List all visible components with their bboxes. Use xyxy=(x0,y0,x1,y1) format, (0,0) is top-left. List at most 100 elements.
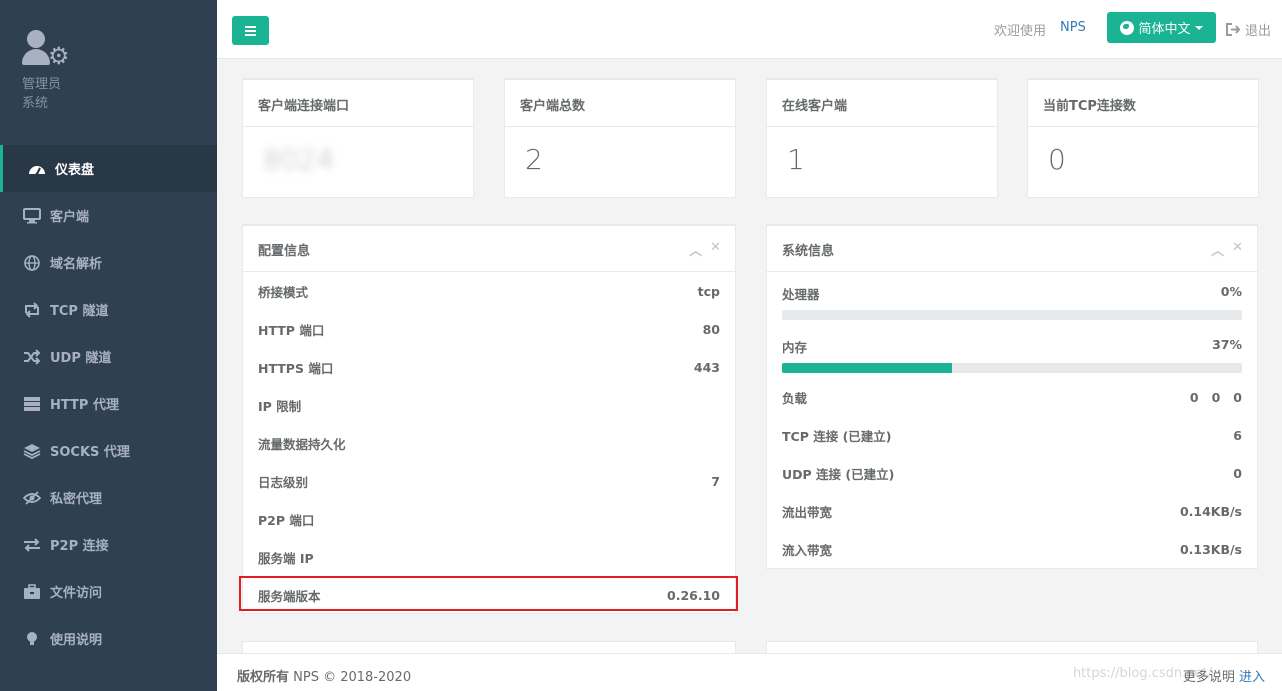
sidebar-item-label: TCP 隧道 xyxy=(50,304,109,319)
config-label: IP 限制 xyxy=(258,398,302,414)
stat-title: 当前TCP连接数 xyxy=(1028,80,1258,127)
profile-role: 系统 xyxy=(22,96,49,111)
language-button[interactable]: 简体中文 xyxy=(1107,12,1216,43)
briefcase-icon xyxy=(22,583,42,600)
config-label: 流量数据持久化 xyxy=(258,436,346,452)
stat-title: 在线客户端 xyxy=(767,80,997,127)
user-gear-icon: ⚙ xyxy=(22,28,74,72)
sidebar-item-dashboard[interactable]: 仪表盘 xyxy=(0,145,217,192)
more-link[interactable]: 进入 xyxy=(1239,670,1265,685)
sidebar-item-http[interactable]: HTTP 代理 xyxy=(0,380,217,427)
close-icon[interactable]: ✕ xyxy=(710,240,721,259)
panel-header: 配置信息 ︿ ✕ xyxy=(243,226,735,272)
config-value: 7 xyxy=(711,473,720,489)
config-row: HTTPS 端口 443 xyxy=(243,348,735,386)
stat-card-client-port: 客户端连接端口 8024 xyxy=(242,78,474,198)
cpu-progress-bar xyxy=(782,310,1242,320)
system-label: 流入带宽 xyxy=(782,542,833,558)
system-value: 6 xyxy=(1233,427,1242,443)
copyright-label: 版权所有 xyxy=(237,670,290,685)
config-value: 80 xyxy=(702,321,720,337)
retweet-icon xyxy=(22,301,42,318)
language-label: 简体中文 xyxy=(1138,22,1191,37)
layers-icon xyxy=(22,443,42,459)
sidebar-item-label: 仪表盘 xyxy=(55,163,95,178)
system-panel: 系统信息 ︿ ✕ 处理器 0% 内存 37% 负载 0 0 0 TCP 连接 (已建… xyxy=(766,224,1258,569)
sidebar-item-udp[interactable]: UDP 隧道 xyxy=(0,333,217,380)
sidebar-item-label: P2P 连接 xyxy=(50,539,109,554)
system-row: UDP 连接 (已建立) 0 xyxy=(767,454,1257,492)
memory-value: 37% xyxy=(1212,337,1242,352)
cpu-row: 处理器 0% xyxy=(767,272,1257,325)
config-label: HTTP 端口 xyxy=(258,322,325,338)
sidebar-item-label: 私密代理 xyxy=(50,492,103,507)
user-profile: ⚙ 管理员 系统 xyxy=(0,0,217,145)
stat-card-client-total: 客户端总数 2 xyxy=(504,78,736,198)
stat-value: 8024 xyxy=(263,143,335,176)
sidebar-item-label: HTTP 代理 xyxy=(50,398,119,413)
system-row: TCP 连接 (已建立) 6 xyxy=(767,416,1257,454)
sidebar-item-p2p[interactable]: P2P 连接 xyxy=(0,521,217,568)
memory-progress-bar xyxy=(782,363,1242,373)
load-row: 负载 0 0 0 xyxy=(767,378,1257,416)
system-row: 流入带宽 0.13KB/s xyxy=(767,530,1257,568)
sidebar-item-label: 文件访问 xyxy=(50,586,103,601)
sidebar-item-socks[interactable]: SOCKS 代理 xyxy=(0,427,217,474)
config-value: tcp xyxy=(697,283,720,299)
sidebar-item-files[interactable]: 文件访问 xyxy=(0,568,217,615)
stat-value: 1 xyxy=(787,143,805,176)
system-value: 0 xyxy=(1233,465,1242,481)
stat-title: 客户端连接端口 xyxy=(243,80,473,127)
app-name-link[interactable]: NPS xyxy=(1060,20,1086,35)
load-value: 0 xyxy=(1211,389,1221,405)
system-value: 0.14KB/s xyxy=(1179,503,1242,519)
load-value: 0 xyxy=(1233,389,1242,405)
config-panel: 配置信息 ︿ ✕ 桥接模式 tcp HTTP 端口 80 HTTPS 端口 443 I… xyxy=(242,224,736,614)
sidebar-item-domain[interactable]: 域名解析 xyxy=(0,239,217,286)
sidebar-item-label: 客户端 xyxy=(50,210,90,225)
config-row: 日志级别 7 xyxy=(243,462,735,500)
load-value: 0 xyxy=(1189,389,1199,405)
profile-name[interactable]: 管理员 xyxy=(22,75,217,94)
collapse-icon[interactable]: ︿ xyxy=(689,240,702,259)
system-row: 流出带宽 0.14KB/s xyxy=(767,492,1257,530)
footer: 版权所有 NPS © 2018-2020 https://blog.csdn.n… xyxy=(217,653,1282,691)
sidebar-nav: 仪表盘 客户端 域名解析 TCP 隧道 UDP 隧道 HTTP 代理 SOCKS… xyxy=(0,145,217,662)
panel-title: 系统信息 xyxy=(782,244,835,259)
stat-title: 客户端总数 xyxy=(505,80,735,127)
close-icon[interactable]: ✕ xyxy=(1232,240,1243,259)
sidebar-item-help[interactable]: 使用说明 xyxy=(0,615,217,662)
caret-down-icon xyxy=(1194,25,1203,30)
load-label: 负载 xyxy=(782,390,808,406)
eye-slash-icon xyxy=(22,490,42,506)
server-icon xyxy=(22,396,42,412)
stat-value: 0 xyxy=(1048,143,1066,176)
sidebar-item-label: 域名解析 xyxy=(50,257,103,272)
config-row: P2P 端口 xyxy=(243,500,735,538)
system-label: TCP 连接 (已建立) xyxy=(782,428,892,444)
hamburger-icon[interactable] xyxy=(232,16,269,45)
logout-label: 退出 xyxy=(1245,24,1272,39)
memory-row: 内存 37% xyxy=(767,325,1257,378)
collapse-icon[interactable]: ︿ xyxy=(1211,240,1224,259)
config-row: 桥接模式 tcp xyxy=(243,272,735,310)
config-label: 桥接模式 xyxy=(258,284,309,300)
stat-card-tcp-connections: 当前TCP连接数 0 xyxy=(1027,78,1259,198)
sidebar-item-label: SOCKS 代理 xyxy=(50,445,130,460)
more-info: 更多说明 进入 xyxy=(1183,666,1265,685)
config-row: IP 限制 xyxy=(243,386,735,424)
sidebar-item-label: 使用说明 xyxy=(50,633,103,648)
globe-icon xyxy=(22,254,42,271)
sidebar-item-clients[interactable]: 客户端 xyxy=(0,192,217,239)
sidebar-item-secret[interactable]: 私密代理 xyxy=(0,474,217,521)
welcome-text: 欢迎使用 xyxy=(994,24,1047,39)
highlight-box xyxy=(239,576,738,611)
panel-header: 系统信息 ︿ ✕ xyxy=(767,226,1257,272)
sidebar-item-tcp[interactable]: TCP 隧道 xyxy=(0,286,217,333)
more-label: 更多说明 xyxy=(1182,670,1235,685)
logout-link[interactable]: 退出 xyxy=(1226,20,1271,39)
config-label: P2P 端口 xyxy=(258,512,315,528)
system-label: 流出带宽 xyxy=(782,504,833,520)
copyright-text: NPS © 2018-2020 xyxy=(293,670,412,685)
sidebar: ⚙ 管理员 系统 仪表盘 客户端 域名解析 TCP 隧道 UDP 隧道 HTTP… xyxy=(0,0,217,691)
